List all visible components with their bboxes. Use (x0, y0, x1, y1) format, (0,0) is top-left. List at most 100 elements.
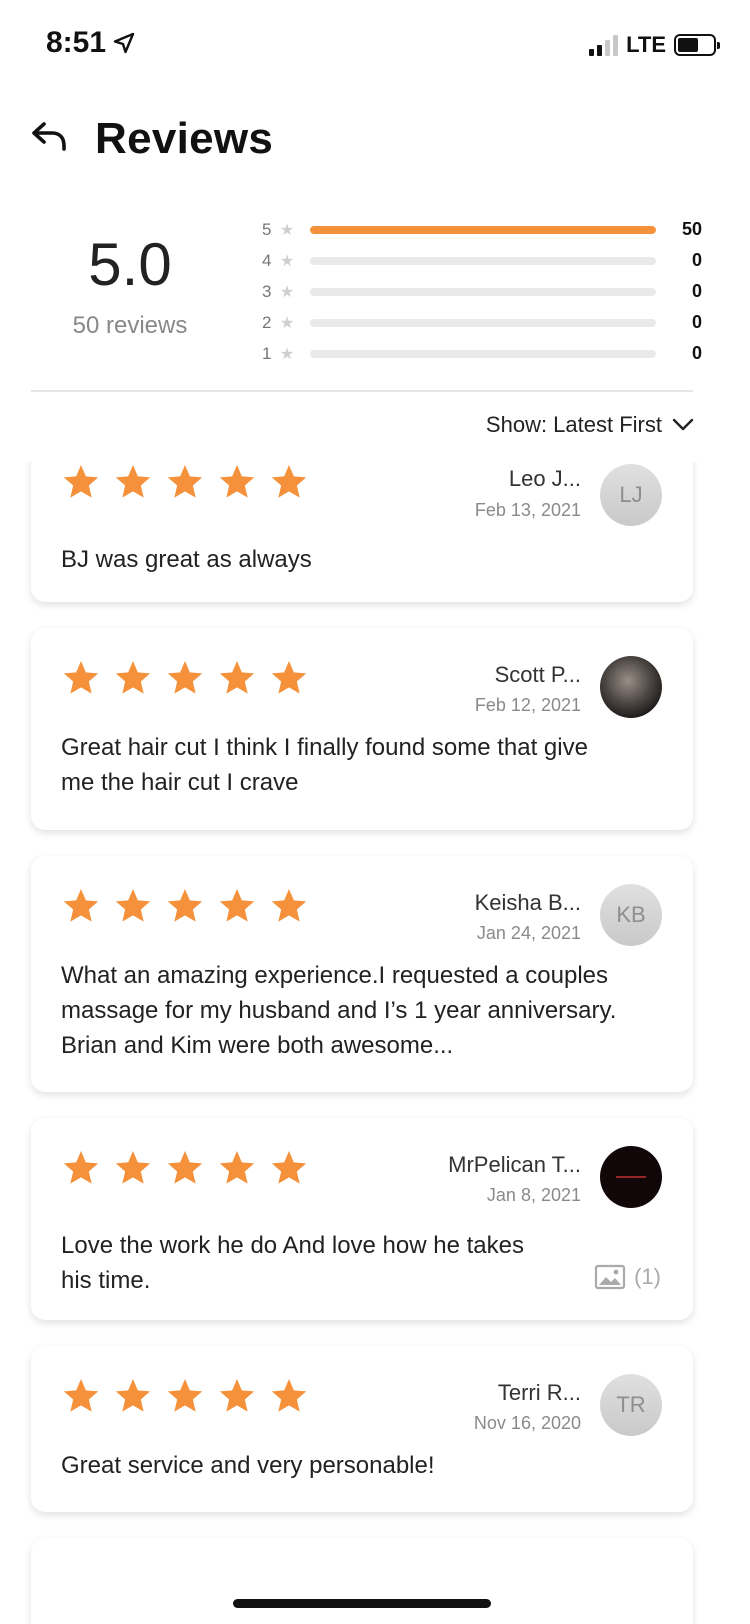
review-stars (61, 462, 309, 502)
photo-count-label: (1) (634, 1264, 661, 1289)
review-stars (61, 1376, 309, 1416)
star-icon (63, 661, 99, 694)
star-icon (63, 889, 99, 922)
star-icon (63, 465, 99, 498)
review-date: Jan 24, 2021 (476, 923, 581, 943)
average-rating: 5.0 (88, 231, 172, 298)
star-icon (115, 889, 151, 922)
review-date: Feb 12, 2021 (474, 695, 581, 715)
star-icon (219, 465, 255, 498)
signal-icon (589, 34, 619, 56)
rating-bar-fill (310, 225, 656, 234)
star-icon (63, 1151, 99, 1184)
star-icon (63, 1379, 99, 1412)
rating-bar-row: 2 ★ 0 (262, 307, 702, 338)
rating-bar-track (310, 256, 656, 265)
avatar[interactable]: KB (600, 884, 662, 946)
back-arrow-icon[interactable] (30, 116, 72, 158)
rating-bar-row: 3 ★ 0 (262, 276, 702, 307)
status-indicators: LTE (589, 32, 720, 58)
rating-bar-count: 0 (691, 250, 702, 270)
sort-dropdown[interactable]: Show: Latest First (486, 412, 694, 438)
rating-bar-count: 0 (691, 343, 702, 363)
divider (31, 390, 693, 392)
rating-bar-track (310, 349, 656, 358)
star-icon (271, 1379, 307, 1412)
logo-mark (616, 1176, 646, 1178)
sort-label: Show: Latest First (485, 412, 662, 437)
review-card[interactable]: Leo J... Feb 13, 2021 LJ BJ was great as al… (31, 462, 693, 602)
reviewer-name: Keisha B... (474, 890, 581, 915)
review-stars (61, 886, 309, 926)
review-card[interactable]: Scott P... Feb 12, 2021 Great hair cut I t… (31, 628, 693, 830)
star-icon: ★ (279, 314, 295, 332)
star-icon (219, 661, 255, 694)
battery-icon (674, 34, 720, 56)
star-icon (271, 889, 307, 922)
star-icon (167, 1151, 203, 1184)
review-card[interactable]: Terri R... Nov 16, 2020 TR Great service an… (31, 1346, 693, 1512)
review-card[interactable] (31, 1538, 693, 1624)
rating-bar-count: 50 (681, 219, 702, 239)
star-icon (167, 889, 203, 922)
star-icon (219, 1379, 255, 1412)
star-icon (167, 661, 203, 694)
rating-bar-count: 0 (691, 281, 702, 301)
status-time: 8:51 (46, 26, 136, 60)
review-text: Great service and very personable! (61, 1452, 435, 1479)
chevron-down-icon (672, 418, 694, 431)
status-time-text: 8:51 (46, 26, 107, 59)
star-icon (115, 1151, 151, 1184)
status-bar: 8:51 LTE (0, 0, 750, 90)
review-stars (61, 658, 309, 698)
review-card[interactable]: MrPelican T... Jan 8, 2021 Love the work h… (31, 1118, 693, 1320)
review-text: Great hair cut I think I finally found s… (61, 734, 588, 796)
rating-bar-row: 5 ★ 50 (262, 214, 702, 245)
review-date: Jan 8, 2021 (486, 1185, 581, 1205)
review-date: Feb 13, 2021 (474, 500, 581, 520)
rating-bar-track (310, 287, 656, 296)
avatar[interactable]: TR (600, 1374, 662, 1436)
home-indicator (233, 1599, 491, 1608)
star-icon (115, 465, 151, 498)
review-date: Nov 16, 2020 (473, 1413, 581, 1433)
page-title: Reviews (95, 114, 274, 163)
review-card[interactable]: Keisha B... Jan 24, 2021 KB What an amazing… (31, 856, 693, 1092)
avatar[interactable] (600, 656, 662, 718)
image-icon (595, 1264, 626, 1290)
star-icon (167, 465, 203, 498)
star-icon (271, 661, 307, 694)
star-icon (219, 889, 255, 922)
review-text: BJ was great as always (61, 546, 312, 573)
star-icon (271, 1151, 307, 1184)
star-icon (115, 1379, 151, 1412)
rating-summary: 5.0 50 reviews 5 ★ 50 4 ★ 0 3 ★ 0 2 ★ 0 1 ★ 0 (0, 210, 750, 375)
rating-bar-stars: 1 (262, 343, 272, 363)
review-list: Leo J... Feb 13, 2021 LJ BJ was great as al… (0, 462, 750, 1624)
review-text: Love the work he do And love how he take… (61, 1232, 524, 1294)
avatar[interactable] (600, 1146, 662, 1208)
reviewer-name: MrPelican T... (448, 1152, 581, 1177)
photo-count[interactable]: (1) (594, 1264, 661, 1290)
location-arrow-icon (113, 32, 135, 54)
reviewer-name: Scott P... (494, 662, 581, 687)
rating-bar-stars: 5 (262, 219, 272, 239)
network-label: LTE (626, 32, 666, 57)
review-text: What an amazing experience.I requested a… (61, 962, 617, 1059)
rating-bar-stars: 3 (262, 281, 272, 301)
rating-bar-track (310, 318, 656, 327)
avatar[interactable]: LJ (600, 464, 662, 526)
rating-bar-stars: 4 (262, 250, 272, 270)
review-count: 50 reviews (72, 312, 188, 339)
star-icon: ★ (279, 221, 295, 239)
star-icon (115, 661, 151, 694)
rating-bar-row: 1 ★ 0 (262, 338, 702, 369)
rating-bar-stars: 2 (262, 312, 272, 332)
review-stars (61, 1148, 309, 1188)
header: Reviews (0, 108, 750, 168)
star-icon: ★ (279, 252, 295, 270)
rating-bar-track (310, 225, 656, 234)
rating-bar-row: 4 ★ 0 (262, 245, 702, 276)
star-icon (219, 1151, 255, 1184)
reviewer-name: Terri R... (497, 1380, 581, 1405)
